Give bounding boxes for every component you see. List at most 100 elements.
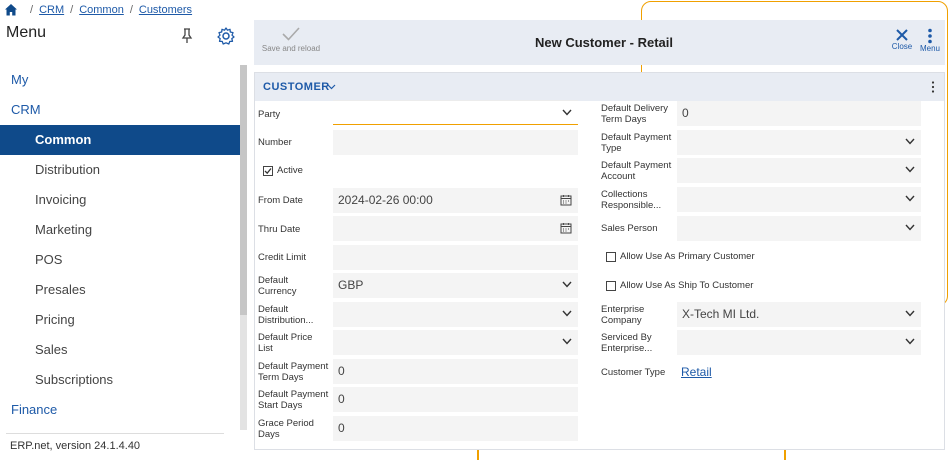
sales-person-label: Sales Person (601, 223, 658, 234)
grace-period-days-input[interactable]: 0 (333, 416, 578, 441)
breadcrumb-separator: / (70, 4, 74, 16)
menu-button[interactable]: Menu (918, 28, 942, 53)
default-currency-label-line: Currency (258, 285, 297, 297)
delivery-term-days-label: Default Delivery Term Days (601, 103, 668, 125)
collections-responsible-select[interactable] (677, 187, 921, 212)
sidebar-scrollbar-thumb[interactable] (240, 65, 247, 315)
credit-limit-label: Credit Limit (258, 252, 307, 263)
default-currency-select[interactable]: GBP (333, 273, 578, 298)
sidebar-item-pos[interactable]: POS (0, 245, 240, 275)
sidebar-item-crm[interactable]: CRM (0, 95, 240, 125)
save-and-reload-button[interactable]: Save and reload (256, 26, 326, 53)
active-checkbox[interactable] (263, 166, 273, 176)
breadcrumb-separator: / (129, 4, 133, 16)
grace-period-days-label-line: Days (258, 428, 280, 440)
serviced-by-select[interactable] (677, 330, 921, 355)
close-button[interactable]: Close (890, 28, 914, 51)
collections-responsible-label-line: Responsible... (601, 199, 662, 211)
payment-start-days-input[interactable]: 0 (333, 387, 578, 412)
menu-title: Menu (6, 24, 47, 41)
number-label: Number (258, 137, 292, 148)
credit-limit-input[interactable] (333, 245, 578, 270)
default-currency-label-line: Default (258, 275, 289, 286)
section-title: CUSTOMER (263, 81, 330, 93)
close-icon (896, 29, 908, 41)
payment-account-select[interactable] (677, 158, 921, 183)
payment-term-days-input[interactable]: 0 (333, 359, 578, 384)
breadcrumb-link-crm[interactable]: CRM (39, 4, 64, 16)
section-menu-icon[interactable] (931, 81, 935, 93)
breadcrumb-link-common[interactable]: Common (79, 4, 124, 16)
customer-type-link[interactable]: Retail (681, 365, 712, 379)
sidebar-item-common[interactable]: Common (0, 125, 240, 155)
save-and-reload-label: Save and reload (261, 44, 321, 53)
payment-type-label-line: Type (601, 142, 622, 154)
breadcrumb: / CRM / Common / Customers (4, 2, 192, 18)
home-icon[interactable] (4, 3, 18, 17)
close-label: Close (891, 42, 913, 51)
default-currency-value: GBP (338, 278, 364, 292)
default-distribution-label-line: Distribution... (258, 314, 314, 326)
sales-person-select[interactable] (677, 216, 921, 241)
sidebar-item-finance[interactable]: Finance (0, 395, 240, 425)
default-price-list-label-line: Default Price (258, 332, 313, 343)
from-date-label: From Date (258, 195, 303, 206)
default-distribution-select[interactable] (333, 302, 578, 327)
default-currency-label: Default Currency (258, 275, 297, 297)
payment-type-label: Default Payment Type (601, 132, 671, 154)
check-icon (264, 168, 272, 175)
payment-term-days-value: 0 (338, 364, 345, 378)
sidebar-item-distribution[interactable]: Distribution (0, 155, 240, 185)
party-label: Party (258, 109, 281, 120)
payment-start-days-label-line: Default Payment (258, 389, 329, 400)
sidebar-item-pricing[interactable]: Pricing (0, 305, 240, 335)
menu-label: Menu (919, 44, 940, 53)
sidebar-item-sales[interactable]: Sales (0, 335, 240, 365)
sidebar-divider (6, 433, 224, 434)
default-price-list-label-line: List (258, 342, 273, 354)
collections-responsible-label: Collections Responsible... (601, 189, 662, 211)
allow-primary-customer-label[interactable]: Allow Use As Primary Customer (620, 251, 755, 262)
customer-type-label: Customer Type (601, 367, 666, 378)
payment-term-days-label-line: Term Days (258, 371, 304, 383)
breadcrumb-link-customers[interactable]: Customers (139, 4, 192, 16)
sidebar: Menu My CRM Common Distribution Invoicing Mar… (0, 20, 247, 460)
sidebar-item-invoicing[interactable]: Invoicing (0, 185, 240, 215)
chevron-down-icon[interactable] (327, 82, 336, 91)
chevron-down-icon (562, 109, 572, 116)
number-input[interactable] (333, 130, 578, 155)
payment-type-select[interactable] (677, 130, 921, 155)
calendar-icon (560, 195, 572, 206)
allow-primary-customer-checkbox[interactable] (606, 252, 616, 262)
from-date-value: 2024-02-26 00:00 (338, 193, 433, 207)
sidebar-item-presales[interactable]: Presales (0, 275, 240, 305)
sidebar-item-my[interactable]: My (0, 65, 240, 95)
payment-term-days-label: Default Payment Term Days (258, 361, 328, 383)
sidebar-item-subscriptions[interactable]: Subscriptions (0, 365, 240, 395)
enterprise-company-select[interactable]: X-Tech MI Ltd. (677, 302, 921, 327)
party-select[interactable] (333, 100, 578, 125)
thru-date-label: Thru Date (258, 224, 301, 235)
active-label[interactable]: Active (277, 165, 303, 176)
from-date-input[interactable]: 2024-02-26 00:00 (333, 188, 578, 213)
chevron-down-icon (905, 138, 915, 145)
enterprise-company-value: X-Tech MI Ltd. (682, 307, 760, 321)
sidebar-item-marketing[interactable]: Marketing (0, 215, 240, 245)
thru-date-input[interactable] (333, 216, 578, 241)
window-title: New Customer - Retail (535, 35, 673, 50)
pin-icon[interactable] (180, 28, 194, 44)
payment-start-days-label: Default Payment Start Days (258, 389, 329, 411)
customer-form-window: Save and reload New Customer - Retail Cl… (254, 20, 945, 450)
gear-icon[interactable] (216, 26, 236, 46)
chevron-down-icon (562, 338, 572, 345)
payment-account-label: Default Payment Account (601, 160, 671, 182)
payment-start-days-label-line: Start Days (258, 399, 303, 411)
chevron-down-icon (562, 281, 572, 288)
serviced-by-label-line: Enterprise... (601, 342, 653, 354)
delivery-term-days-input[interactable]: 0 (677, 101, 921, 126)
default-price-list-select[interactable] (333, 330, 578, 355)
allow-ship-to-customer-label[interactable]: Allow Use As Ship To Customer (620, 280, 753, 291)
allow-ship-to-customer-checkbox[interactable] (606, 281, 616, 291)
section-header[interactable]: CUSTOMER (255, 73, 944, 101)
chevron-down-icon (905, 338, 915, 345)
